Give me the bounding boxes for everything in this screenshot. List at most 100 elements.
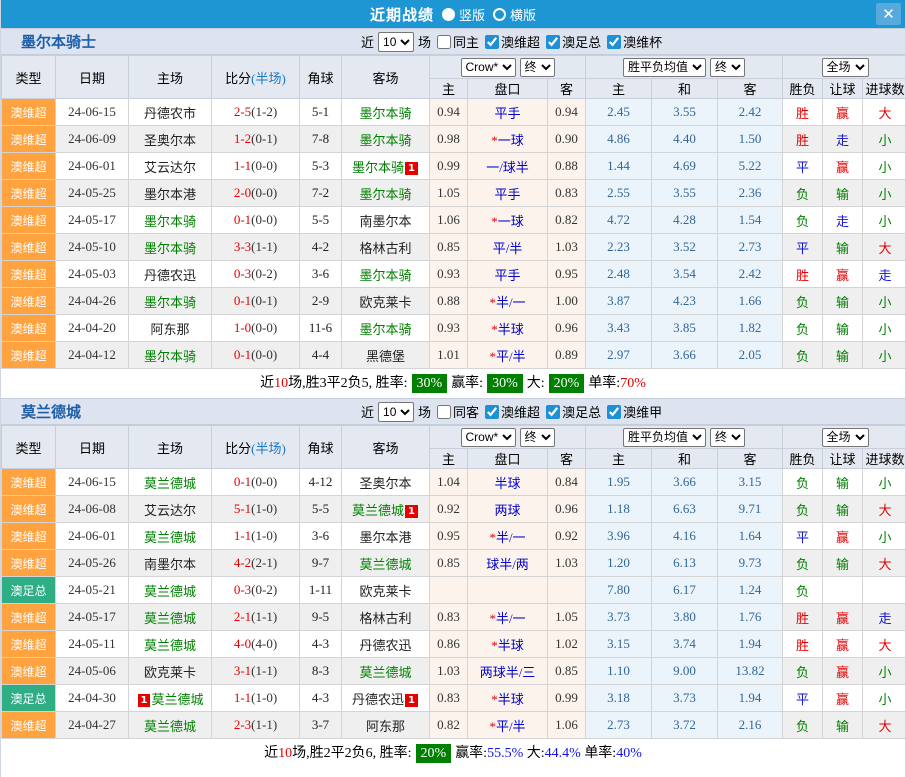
handicap-cell: 平/半 (468, 234, 548, 261)
euro-away-odds-cell: 9.71 (718, 496, 783, 523)
home-team-cell: 1莫兰德城 (129, 685, 212, 712)
asian-home-odds-cell: 1.06 (430, 207, 468, 234)
goals-header: 进球数 (863, 449, 906, 469)
league-checkbox-wrap: 澳足总 (546, 32, 601, 51)
euro-final-select[interactable]: 终 (710, 58, 745, 77)
result-cell: 负 (783, 288, 823, 315)
vertical-layout-label[interactable]: 竖版 (459, 5, 485, 24)
home-header: 主场 (129, 56, 212, 99)
near-label: 近 (361, 402, 374, 421)
corners-cell: 4-12 (300, 469, 342, 496)
match-row: 澳维超24-06-08艾云达尔5-1(1-0)5-5莫兰德城10.92两球0.9… (2, 496, 906, 523)
away-team-cell: 莫兰德城 (342, 658, 430, 685)
result-cell: 负 (783, 315, 823, 342)
league-type-cell: 澳维超 (2, 261, 56, 288)
result-cell: 胜 (783, 126, 823, 153)
handicap-result-cell: 赢 (823, 631, 863, 658)
match-row: 澳维超24-05-03丹德农迅0-3(0-2)3-6墨尔本骑0.93平手0.95… (2, 261, 906, 288)
match-count-select[interactable]: 10 (378, 402, 414, 422)
away-team-cell: 墨尔本骑 (342, 99, 430, 126)
score-cell: 4-2(2-1) (212, 550, 300, 577)
asian-home-odds-cell: 0.83 (430, 685, 468, 712)
handicap-cell: *半球 (468, 315, 548, 342)
home-team-cell: 欧克莱卡 (129, 658, 212, 685)
rate-badge: 20% (416, 744, 452, 763)
goals-result-cell: 小 (863, 315, 906, 342)
same-venue-checkbox[interactable] (437, 35, 451, 49)
score-cell: 1-0(0-0) (212, 315, 300, 342)
handicap-header: 盘口 (468, 449, 548, 469)
handicap-cell: 两球半/三 (468, 658, 548, 685)
euro-draw-odds-cell: 3.72 (652, 712, 718, 739)
match-row: 澳维超24-04-20阿东那1-0(0-0)11-6墨尔本骑0.93*半球0.9… (2, 315, 906, 342)
league-checkbox[interactable] (485, 35, 499, 49)
asian-home-odds-cell: 0.98 (430, 126, 468, 153)
home-team-cell: 莫兰德城 (129, 577, 212, 604)
vertical-layout-radio[interactable] (442, 8, 455, 21)
away-team-cell: 黑德堡 (342, 342, 430, 369)
scope-select[interactable]: 全场 (822, 428, 869, 447)
league-type-cell: 澳维超 (2, 342, 56, 369)
euro-final-select[interactable]: 终 (710, 428, 745, 447)
horizontal-layout-radio[interactable] (493, 8, 506, 21)
league-checkbox[interactable] (485, 405, 499, 419)
euro-average-select[interactable]: 胜平负均值 (623, 428, 706, 447)
league-type-cell: 澳维超 (2, 99, 56, 126)
asian-final-select[interactable]: 终 (520, 58, 555, 77)
asian-away-odds-cell: 0.83 (548, 180, 586, 207)
match-date-cell: 24-04-20 (56, 315, 129, 342)
filter-controls: 近 10 场 同主 澳维超 澳足总 澳维杯 (361, 32, 662, 52)
odds-company-select[interactable]: Crow* (461, 428, 516, 447)
asian-home-odds-cell: 0.88 (430, 288, 468, 315)
match-date-cell: 24-04-26 (56, 288, 129, 315)
match-row: 澳维超24-04-27莫兰德城2-3(1-1)3-7阿东那0.82*平/半1.0… (2, 712, 906, 739)
goals-result-cell: 小 (863, 342, 906, 369)
euro-draw-odds-cell: 6.13 (652, 550, 718, 577)
horizontal-layout-label[interactable]: 横版 (510, 5, 536, 24)
match-date-cell: 24-05-06 (56, 658, 129, 685)
score-cell: 0-3(0-2) (212, 577, 300, 604)
euro-draw-odds-cell: 3.74 (652, 631, 718, 658)
same-venue-checkbox[interactable] (437, 405, 451, 419)
home-team-cell: 圣奥尔本 (129, 126, 212, 153)
asian-final-select[interactable]: 终 (520, 428, 555, 447)
home-team-cell: 墨尔本港 (129, 180, 212, 207)
euro-away-odds-cell: 2.73 (718, 234, 783, 261)
asian-odds-dropdowns: Crow*终 (430, 56, 586, 79)
corners-cell: 2-9 (300, 288, 342, 315)
match-row: 澳维超24-05-26南墨尔本4-2(2-1)9-7莫兰德城0.85球半/两1.… (2, 550, 906, 577)
euro-draw-odds-cell: 3.52 (652, 234, 718, 261)
match-row: 澳维超24-06-01莫兰德城1-1(1-0)3-6墨尔本港0.95*半/一0.… (2, 523, 906, 550)
league-checkbox[interactable] (607, 405, 621, 419)
score-cell: 0-3(0-2) (212, 261, 300, 288)
summary-text: 单率: (581, 746, 616, 761)
league-checkbox[interactable] (546, 35, 560, 49)
scope-select[interactable]: 全场 (822, 58, 869, 77)
euro-draw-odds-cell: 3.55 (652, 99, 718, 126)
league-label: 澳维超 (501, 402, 540, 421)
corners-cell: 4-3 (300, 631, 342, 658)
league-type-cell: 澳维超 (2, 153, 56, 180)
summary-text: 单率: (588, 376, 620, 391)
score-cell: 0-1(0-0) (212, 469, 300, 496)
match-date-cell: 24-06-09 (56, 126, 129, 153)
games-label: 场 (418, 32, 431, 51)
away-team-cell: 格林古利 (342, 234, 430, 261)
corners-cell: 4-4 (300, 342, 342, 369)
league-checkbox[interactable] (607, 35, 621, 49)
handicap-cell: *半/一 (468, 523, 548, 550)
league-checkbox-wrap: 澳维甲 (607, 402, 662, 421)
odds-company-select[interactable]: Crow* (461, 58, 516, 77)
euro-draw-odds-cell: 3.80 (652, 604, 718, 631)
result-cell: 负 (783, 658, 823, 685)
league-checkbox[interactable] (546, 405, 560, 419)
close-button[interactable]: ✕ (876, 3, 901, 25)
goals-result-cell: 小 (863, 685, 906, 712)
score-cell: 3-3(1-1) (212, 234, 300, 261)
handicap-cell: *半/一 (468, 604, 548, 631)
corners-cell: 9-7 (300, 550, 342, 577)
handicap-cell: 平手 (468, 261, 548, 288)
euro-average-select[interactable]: 胜平负均值 (623, 58, 706, 77)
score-cell: 2-0(0-0) (212, 180, 300, 207)
match-count-select[interactable]: 10 (378, 32, 414, 52)
